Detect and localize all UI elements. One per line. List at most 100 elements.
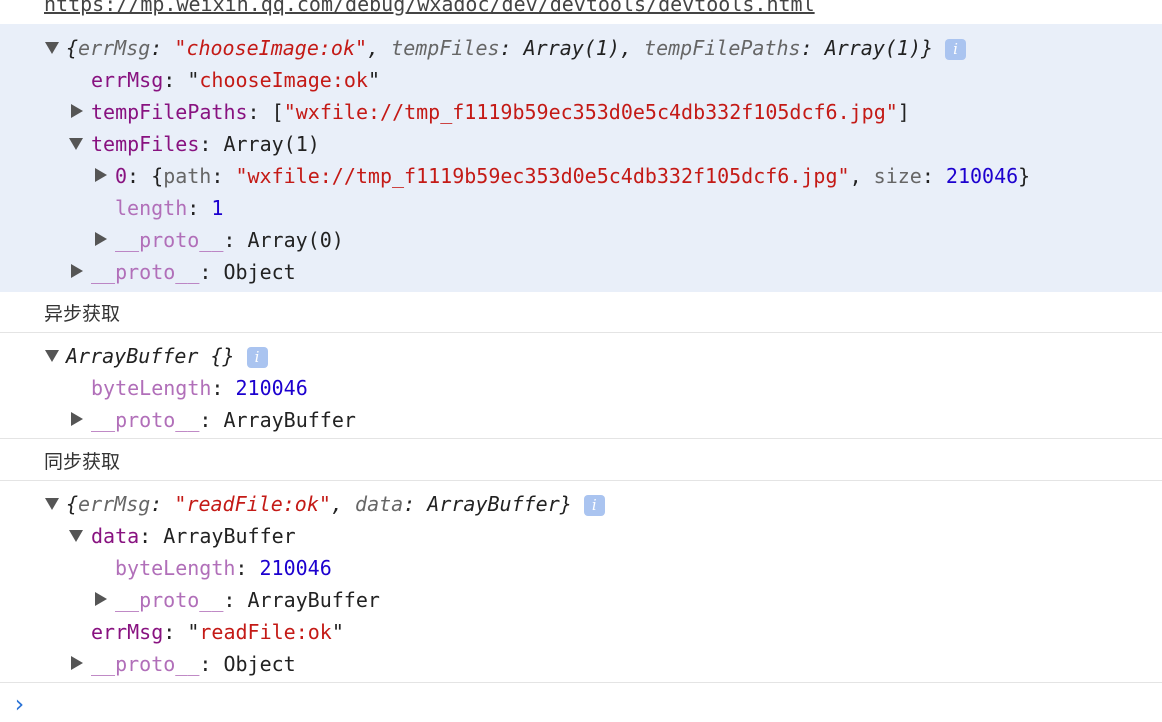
quote: " [174, 492, 187, 516]
colon: : [403, 492, 428, 516]
colon: : [139, 524, 164, 548]
property-key: __proto__ [91, 408, 200, 432]
summary-key: errMsg [78, 492, 151, 516]
property-value: chooseImage:ok [199, 68, 368, 92]
expand-triangle-icon[interactable] [95, 168, 107, 182]
colon: : [499, 36, 524, 60]
property-key: errMsg [91, 68, 164, 92]
expand-triangle-icon[interactable] [95, 592, 107, 606]
colon: : [235, 556, 260, 580]
summary-key: errMsg [78, 36, 151, 60]
quote: " [837, 164, 850, 188]
log-object-summary[interactable]: {errMsg: "chooseImage:ok", tempFiles: Ar… [66, 32, 967, 64]
summary-value: Array(1) [523, 36, 620, 60]
property-key: __proto__ [91, 652, 200, 676]
summary-text: ArrayBuffer {} [66, 344, 235, 368]
log-separator [0, 682, 1162, 683]
log-separator [0, 480, 1162, 481]
brace: { [66, 492, 79, 516]
property-row[interactable]: __proto__: Array(0) [115, 224, 344, 256]
colon: : [211, 164, 236, 188]
quote: " [187, 68, 200, 92]
property-key: path [163, 164, 212, 188]
summary-value: readFile:ok [186, 492, 319, 516]
brace: } [1018, 164, 1031, 188]
property-key: __proto__ [91, 260, 200, 284]
summary-value: Array(1) [824, 36, 922, 60]
colon: : [199, 132, 224, 156]
info-icon[interactable]: i [246, 347, 268, 368]
summary-key: tempFiles [391, 36, 500, 60]
colon: : [199, 408, 224, 432]
quote: " [367, 68, 381, 92]
colon: : [223, 228, 248, 252]
property-value: 210046 [235, 376, 308, 400]
log-separator [0, 332, 1162, 333]
colon: : [800, 36, 825, 60]
quote: " [318, 492, 331, 516]
property-key: length [115, 196, 188, 220]
expand-triangle-icon[interactable] [71, 656, 83, 670]
colon: : [150, 492, 175, 516]
expand-triangle-icon[interactable] [45, 498, 59, 510]
log-message: 同步获取 [44, 451, 121, 473]
property-key: data [91, 524, 140, 548]
property-row[interactable]: data: ArrayBuffer [91, 520, 296, 552]
comma: , [849, 164, 874, 188]
expand-triangle-icon[interactable] [71, 264, 83, 278]
colon: : [211, 376, 236, 400]
property-value: readFile:ok [199, 620, 332, 644]
property-row[interactable]: __proto__: ArrayBuffer [91, 404, 356, 436]
colon: : [199, 260, 224, 284]
quote: " [283, 100, 296, 124]
colon: : [150, 36, 175, 60]
colon: : [247, 100, 272, 124]
property-row: length: 1 [115, 192, 223, 224]
brace: } [921, 36, 934, 60]
property-row: errMsg: "readFile:ok" [91, 616, 344, 648]
quote: " [174, 36, 187, 60]
info-icon[interactable]: i [583, 495, 605, 516]
comma: , [619, 36, 645, 60]
info-icon[interactable]: i [945, 39, 967, 60]
quote: " [235, 164, 248, 188]
property-row[interactable]: __proto__: Object [91, 648, 296, 680]
property-row[interactable]: tempFilePaths: ["wxfile://tmp_f1119b59ec… [91, 96, 910, 128]
colon: : [921, 164, 946, 188]
comma: , [367, 36, 392, 60]
property-value: ArrayBuffer [247, 588, 380, 612]
log-object-summary[interactable]: ArrayBuffer {} i [66, 340, 268, 372]
colon: : [199, 652, 224, 676]
bracket: ] [897, 100, 910, 124]
summary-value: ArrayBuffer [427, 492, 560, 516]
expand-triangle-icon[interactable] [71, 104, 83, 118]
console-prompt-icon[interactable]: › [12, 690, 26, 718]
property-key: tempFiles [91, 132, 200, 156]
expand-triangle-icon[interactable] [45, 350, 59, 362]
property-value: 210046 [945, 164, 1019, 188]
property-key: errMsg [91, 620, 164, 644]
property-row[interactable]: __proto__: Object [91, 256, 296, 288]
property-row: byteLength: 210046 [91, 372, 308, 404]
property-row: errMsg: "chooseImage:ok" [91, 64, 380, 96]
log-object-summary[interactable]: {errMsg: "readFile:ok", data: ArrayBuffe… [66, 488, 605, 520]
property-value: Array(1) [223, 132, 320, 156]
property-key: tempFilePaths [91, 100, 248, 124]
quote: " [355, 36, 368, 60]
property-value: ArrayBuffer [163, 524, 296, 548]
property-key: __proto__ [115, 588, 224, 612]
property-key: __proto__ [115, 228, 224, 252]
comma: , [330, 492, 356, 516]
expand-triangle-icon[interactable] [95, 232, 107, 246]
property-row[interactable]: __proto__: ArrayBuffer [115, 584, 380, 616]
array-index: 0 [115, 164, 128, 188]
expand-triangle-icon[interactable] [71, 412, 83, 426]
summary-key: tempFilePaths [644, 36, 801, 60]
array-item-row[interactable]: 0: {path: "wxfile://tmp_f1119b59ec353d0e… [115, 160, 1030, 192]
expand-triangle-icon[interactable] [45, 42, 59, 54]
expand-triangle-icon[interactable] [69, 530, 83, 542]
expand-triangle-icon[interactable] [69, 138, 83, 150]
property-value: 210046 [259, 556, 332, 580]
property-row[interactable]: tempFiles: Array(1) [91, 128, 320, 160]
source-link[interactable]: https://mp.weixin.qq.com/debug/wxadoc/de… [44, 0, 815, 18]
